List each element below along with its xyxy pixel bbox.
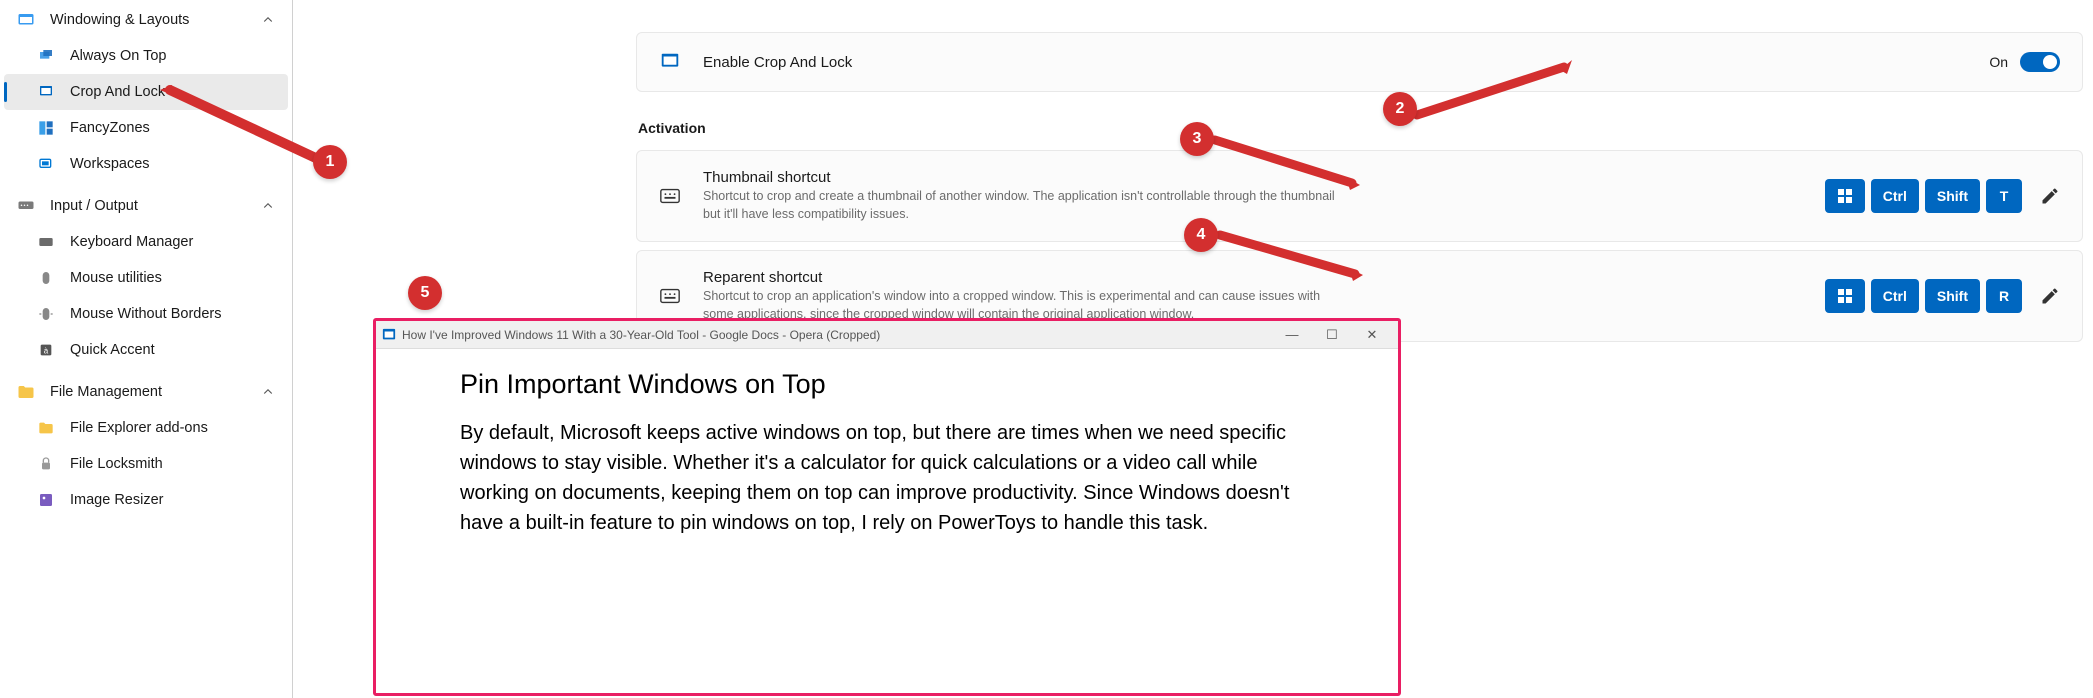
edit-thumbnail-shortcut-button[interactable] bbox=[2040, 186, 2060, 206]
section-label: Windowing & Layouts bbox=[50, 12, 262, 28]
crop-lock-card-icon bbox=[659, 51, 681, 73]
key-shift: Shift bbox=[1925, 279, 1980, 313]
nav-label: FancyZones bbox=[70, 120, 150, 136]
keyboard-shortcut-icon bbox=[659, 285, 681, 307]
toggle-state-label: On bbox=[1989, 54, 2008, 70]
workspaces-icon bbox=[36, 154, 56, 174]
nav-label: Keyboard Manager bbox=[70, 234, 193, 250]
nav-label: Mouse utilities bbox=[70, 270, 162, 286]
chevron-up-icon bbox=[262, 385, 276, 399]
cropped-titlebar[interactable]: How I've Improved Windows 11 With a 30-Y… bbox=[376, 321, 1398, 349]
reparent-keys: Ctrl Shift R bbox=[1825, 279, 2022, 313]
sidebar-item-file-locksmith[interactable]: File Locksmith bbox=[0, 446, 292, 482]
sidebar-item-quick-accent[interactable]: à Quick Accent bbox=[0, 332, 292, 368]
section-label: Input / Output bbox=[50, 198, 262, 214]
nav-label: Workspaces bbox=[70, 156, 150, 172]
cropped-window-title: How I've Improved Windows 11 With a 30-Y… bbox=[402, 328, 1272, 342]
image-resizer-icon bbox=[36, 490, 56, 510]
fancyzones-icon bbox=[36, 118, 56, 138]
svg-text:à: à bbox=[44, 346, 49, 355]
nav-label: Mouse Without Borders bbox=[70, 306, 222, 322]
always-on-top-icon bbox=[36, 46, 56, 66]
annotation-1: 1 bbox=[313, 145, 347, 179]
nav-label: Always On Top bbox=[70, 48, 166, 64]
sidebar-item-mouse-utilities[interactable]: Mouse utilities bbox=[0, 260, 292, 296]
close-button[interactable]: ✕ bbox=[1352, 327, 1392, 343]
section-file-management[interactable]: File Management bbox=[0, 374, 292, 410]
enable-card: Enable Crop And Lock On bbox=[636, 32, 2083, 92]
key-win bbox=[1825, 179, 1865, 213]
key-t: T bbox=[1986, 179, 2022, 213]
file-lock-icon bbox=[36, 454, 56, 474]
arrow-3 bbox=[1210, 135, 1360, 195]
quick-accent-icon: à bbox=[36, 340, 56, 360]
nav-label: Quick Accent bbox=[70, 342, 155, 358]
annotation-5: 5 bbox=[408, 276, 442, 310]
sidebar-item-keyboard-manager[interactable]: Keyboard Manager bbox=[0, 224, 292, 260]
cropped-window: How I've Improved Windows 11 With a 30-Y… bbox=[373, 318, 1401, 696]
minimize-button[interactable]: — bbox=[1272, 327, 1312, 342]
windowing-icon bbox=[16, 10, 36, 30]
annotation-4: 4 bbox=[1184, 218, 1218, 252]
enable-title: Enable Crop And Lock bbox=[703, 54, 1989, 71]
thumbnail-keys: Ctrl Shift T bbox=[1825, 179, 2022, 213]
section-input-output[interactable]: Input / Output bbox=[0, 188, 292, 224]
maximize-button[interactable]: ☐ bbox=[1312, 327, 1352, 343]
keyboard-shortcut-icon bbox=[659, 185, 681, 207]
cropped-content: Pin Important Windows on Top By default,… bbox=[376, 349, 1398, 693]
file-explorer-icon bbox=[36, 418, 56, 438]
keyboard-icon bbox=[36, 232, 56, 252]
nav-label: Image Resizer bbox=[70, 492, 163, 508]
crop-lock-icon bbox=[36, 82, 56, 102]
mouse-wb-icon bbox=[36, 304, 56, 324]
key-shift: Shift bbox=[1925, 179, 1980, 213]
input-output-icon bbox=[16, 196, 36, 216]
key-win bbox=[1825, 279, 1865, 313]
nav-label: Crop And Lock bbox=[70, 84, 165, 100]
sidebar-item-file-explorer-addons[interactable]: File Explorer add-ons bbox=[0, 410, 292, 446]
arrow-1 bbox=[160, 85, 330, 175]
enable-toggle[interactable] bbox=[2020, 52, 2060, 72]
key-ctrl: Ctrl bbox=[1871, 279, 1919, 313]
key-ctrl: Ctrl bbox=[1871, 179, 1919, 213]
chevron-up-icon bbox=[262, 13, 276, 27]
folder-icon bbox=[16, 382, 36, 402]
chevron-up-icon bbox=[262, 199, 276, 213]
edit-reparent-shortcut-button[interactable] bbox=[2040, 286, 2060, 306]
sidebar-item-mouse-without-borders[interactable]: Mouse Without Borders bbox=[0, 296, 292, 332]
document-body: By default, Microsoft keeps active windo… bbox=[460, 418, 1314, 538]
sidebar-item-image-resizer[interactable]: Image Resizer bbox=[0, 482, 292, 518]
activation-header: Activation bbox=[638, 120, 2083, 136]
arrow-4 bbox=[1215, 230, 1363, 285]
nav-label: File Explorer add-ons bbox=[70, 420, 208, 436]
section-windowing[interactable]: Windowing & Layouts bbox=[0, 2, 292, 38]
document-heading: Pin Important Windows on Top bbox=[460, 369, 1314, 400]
annotation-3: 3 bbox=[1180, 122, 1214, 156]
section-label: File Management bbox=[50, 384, 262, 400]
sidebar-item-always-on-top[interactable]: Always On Top bbox=[0, 38, 292, 74]
nav-label: File Locksmith bbox=[70, 456, 163, 472]
cropped-window-icon bbox=[382, 328, 396, 342]
key-r: R bbox=[1986, 279, 2022, 313]
annotation-2: 2 bbox=[1383, 92, 1417, 126]
mouse-icon bbox=[36, 268, 56, 288]
arrow-2 bbox=[1412, 60, 1572, 120]
